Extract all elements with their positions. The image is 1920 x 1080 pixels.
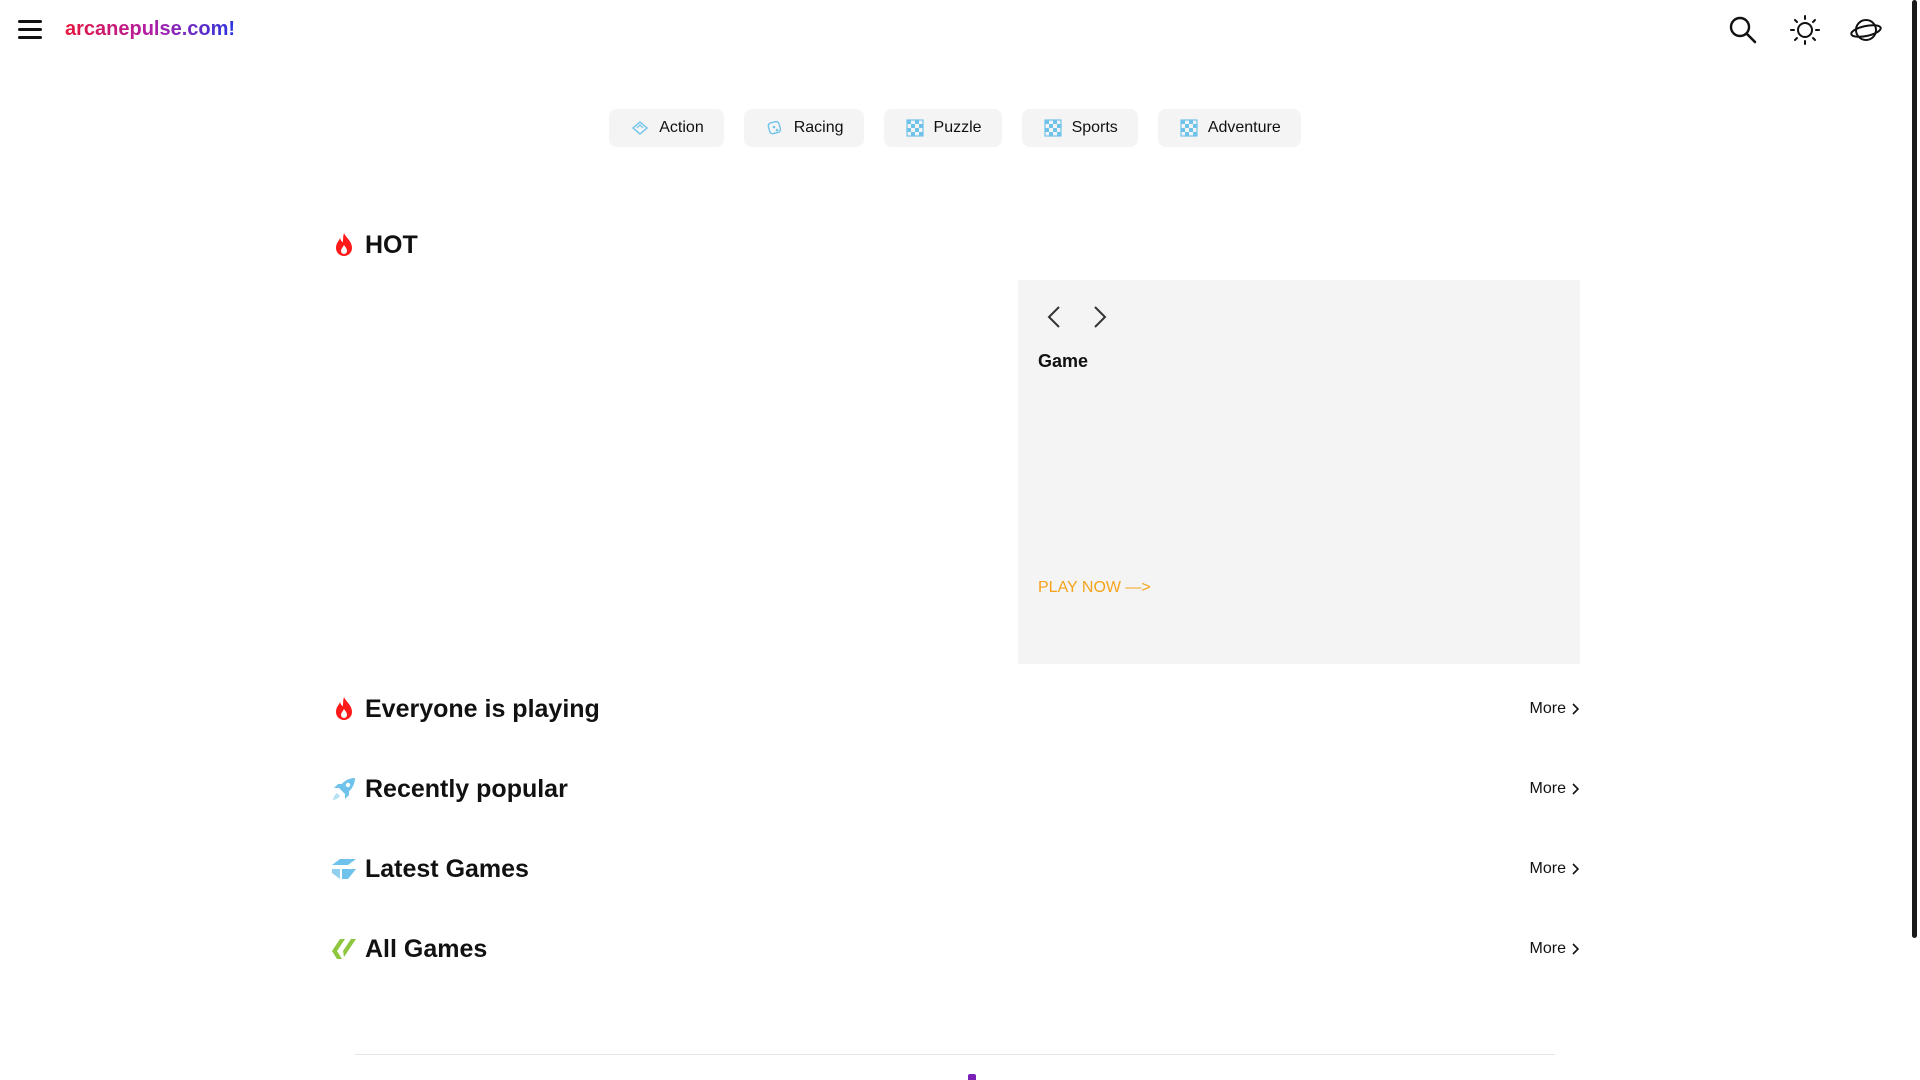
game-title: Game [1038,351,1089,371]
site-header: arcanepulse.com! [0,0,1910,60]
site-logo[interactable]: arcanepulse.com! [65,18,235,41]
fire-icon [330,231,358,259]
latest-icon [330,855,358,883]
more-link[interactable]: More [1530,940,1580,958]
menu-icon[interactable] [18,20,42,40]
category-action[interactable]: Action [609,109,724,147]
category-label: Racing [793,119,844,136]
hot-game-card: Game [1018,280,1580,664]
more-link[interactable]: More [1530,700,1580,718]
category-adventure[interactable]: Adventure [1157,109,1301,147]
hot-section-header: HOT [330,228,1580,262]
footer-divider [355,1054,1555,1055]
more-label: More [1529,780,1566,797]
search-icon[interactable] [1727,14,1759,46]
adventure-icon [1180,119,1198,137]
scrollbar-thumb[interactable] [1912,0,1917,938]
play-now-link[interactable]: PLAY NOW —> [1038,579,1151,597]
chevron-right-icon [1572,943,1580,955]
fire-icon [330,695,358,723]
planet-icon[interactable] [1850,14,1882,46]
more-label: More [1529,940,1566,957]
section-recently-popular: Recently popular More [330,772,1580,806]
section-all-games: All Games More [330,932,1580,966]
category-label: Puzzle [933,119,982,136]
all-games-icon [330,935,358,963]
section-title: All Games [365,934,488,963]
sun-icon[interactable] [1789,14,1821,46]
category-label: Sports [1071,119,1118,136]
chevron-right-icon [1572,703,1580,715]
chevron-left-icon[interactable] [1040,302,1070,332]
category-puzzle[interactable]: Puzzle [883,109,1002,147]
footer-logo-fragment [968,1074,976,1080]
sports-icon [1043,119,1062,137]
more-link[interactable]: More [1530,860,1580,878]
more-label: More [1529,700,1566,717]
section-title: Latest Games [365,854,529,883]
rocket-icon [330,775,358,803]
chevron-right-icon [1572,863,1580,875]
hot-title: HOT [365,230,418,259]
category-label: Adventure [1207,119,1281,136]
category-label: Action [659,119,704,136]
action-icon [631,119,649,137]
puzzle-icon [905,119,924,137]
category-bar: Action Racing Puzzle Sports Adventure [0,109,1910,147]
racing-icon [766,119,784,137]
chevron-right-icon [1572,783,1580,795]
section-title: Everyone is playing [365,694,600,723]
chevron-right-icon[interactable] [1084,302,1114,332]
section-title: Recently popular [365,774,568,803]
section-latest-games: Latest Games More [330,852,1580,886]
category-sports[interactable]: Sports [1021,109,1138,147]
section-everyone-playing: Everyone is playing More [330,692,1580,726]
category-racing[interactable]: Racing [743,109,864,147]
more-link[interactable]: More [1530,780,1580,798]
more-label: More [1529,860,1566,877]
